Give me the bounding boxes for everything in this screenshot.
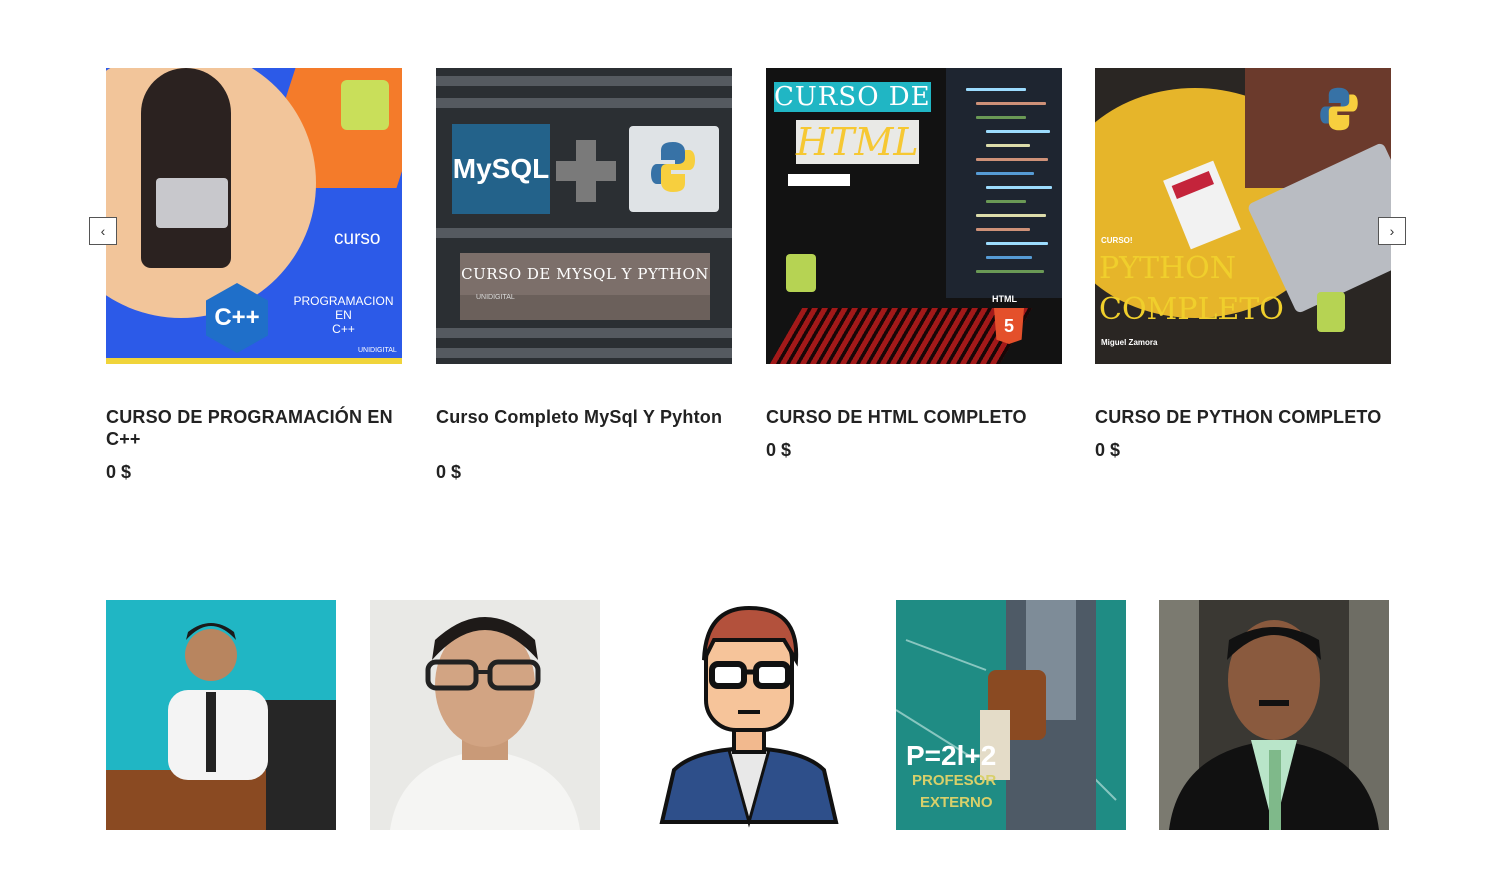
keyboard — [769, 308, 1033, 364]
course-price: 0 $ — [106, 462, 132, 482]
course-title[interactable]: CURSO DE HTML COMPLETO — [766, 406, 1062, 428]
code-screen — [946, 68, 1062, 298]
unidigital-logo — [1317, 292, 1345, 332]
teacher-photo[interactable] — [106, 600, 336, 830]
course-thumbnail[interactable]: CURSO DE HTML COMPLETO HTML 5 — [766, 68, 1062, 364]
course-title[interactable]: CURSO DE PROGRAMACIÓN EN C++ — [106, 406, 402, 450]
course-banner: CURSO DE MYSQL Y PYTHON — [460, 253, 710, 295]
chevron-left-icon: ‹ — [100, 223, 106, 239]
unidigital-logo — [786, 254, 816, 292]
course-price: 0 $ — [436, 462, 462, 482]
unidigital-logo — [341, 80, 389, 130]
course-price: 0 $ — [766, 440, 792, 460]
course-title[interactable]: CURSO DE PYTHON COMPLETO — [1095, 406, 1391, 428]
teacher-photo[interactable] — [370, 600, 600, 830]
course-carousel: curso PROGRAMACION EN C++ C++ UNIDIGITAL… — [89, 68, 1406, 498]
python-logo-icon — [1320, 87, 1358, 131]
chevron-right-icon: › — [1389, 223, 1395, 239]
html5-logo-icon: 5 — [994, 308, 1024, 344]
python-logo-icon — [651, 142, 695, 192]
course-price: 0 $ — [1095, 440, 1121, 460]
course-thumbnail[interactable]: curso PROGRAMACION EN C++ C++ UNIDIGITAL — [106, 68, 402, 364]
course-title[interactable]: Curso Completo MySql Y Pyhton — [436, 406, 732, 428]
teachers-row: P=2l+2 PROFESOR EXTERNO — [106, 600, 1390, 830]
teacher-photo[interactable] — [1159, 600, 1389, 830]
teacher-photo[interactable]: P=2l+2 PROFESOR EXTERNO — [896, 600, 1126, 830]
teacher-avatar-illustration[interactable] — [634, 600, 864, 830]
laptop-icon — [156, 178, 228, 228]
carousel-next-button[interactable]: › — [1378, 217, 1406, 245]
student-figure — [141, 68, 231, 268]
mysql-logo-icon: MySQL — [452, 124, 550, 214]
course-thumbnail[interactable]: CURSO! PYTHON COMPLETO Miguel Zamora — [1095, 68, 1391, 364]
course-thumbnail[interactable]: MySQL CURSO DE MYSQL Y PYTHON UNIDIGITAL — [436, 68, 732, 364]
carousel-prev-button[interactable]: ‹ — [89, 217, 117, 245]
